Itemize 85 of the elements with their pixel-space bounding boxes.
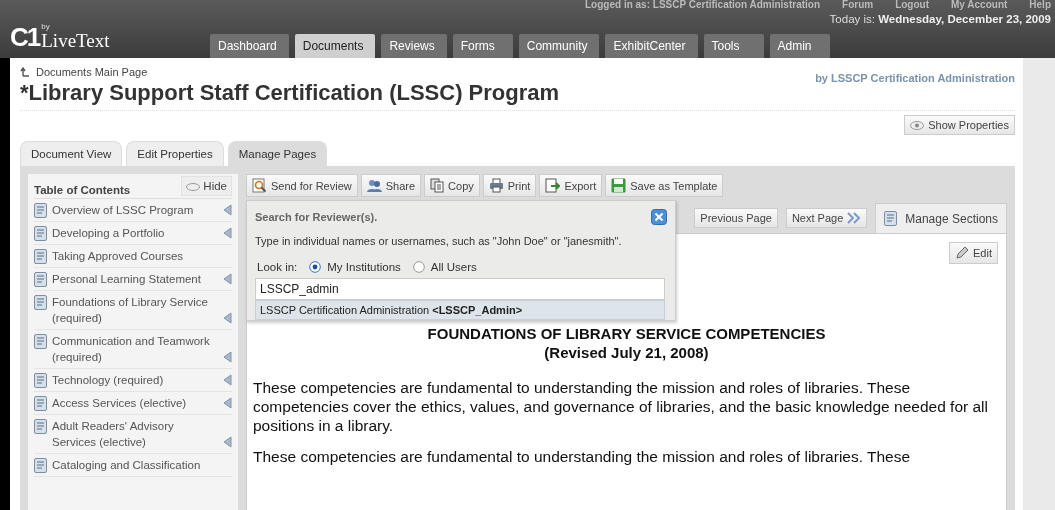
toc-item[interactable]: Access Services (elective) xyxy=(34,392,232,415)
breadcrumb-link[interactable]: Documents Main Page xyxy=(36,66,148,78)
toolbar-button[interactable]: Save as Template xyxy=(605,174,724,197)
toc-item[interactable]: Adult Readers' Advisory Services (elective) xyxy=(34,415,232,454)
author-label: by LSSCP Certification Administration xyxy=(815,72,1015,84)
document-subheading: (Revised July 21, 2008) xyxy=(543,343,710,362)
left-triangle-icon[interactable] xyxy=(223,351,232,363)
printer-icon xyxy=(488,178,504,193)
tab[interactable]: Document View xyxy=(20,141,123,166)
toc-item[interactable]: Overview of LSSC Program xyxy=(34,199,232,222)
date-label: Today is: Wednesday, December 23, 2009 xyxy=(828,12,1052,27)
magnifier-document-icon xyxy=(252,178,267,193)
up-arrow-icon xyxy=(20,67,30,77)
nav-tab[interactable]: Reviews xyxy=(381,34,447,58)
toolbar-button[interactable]: Send for Review xyxy=(246,174,358,197)
tab[interactable]: Manage Pages xyxy=(227,141,328,166)
left-triangle-icon[interactable] xyxy=(223,227,232,239)
left-triangle-icon[interactable] xyxy=(223,436,232,448)
sidebar-title: Table of Contents xyxy=(34,184,131,196)
left-triangle-icon[interactable] xyxy=(223,312,232,324)
radio-option[interactable]: My Institutions xyxy=(309,261,401,273)
nav-tab[interactable]: ExhibitCenter xyxy=(605,34,698,58)
header-link[interactable]: Forum xyxy=(842,0,874,10)
page-icon xyxy=(34,295,47,310)
logged-in-label: Logged in as: LSSCP Certification Administration xyxy=(585,0,821,10)
hide-button[interactable]: Hide xyxy=(181,176,232,196)
manage-sections-tab[interactable]: Manage Sections xyxy=(875,203,1007,233)
popup-title: Search for Reviewer(s). xyxy=(255,211,378,223)
eye-icon xyxy=(910,120,925,130)
export-document-icon xyxy=(545,178,561,193)
page-title: *Library Support Staff Certification (LSSC) Program xyxy=(20,80,560,106)
radio-icon[interactable] xyxy=(309,261,322,273)
toolbar-button[interactable]: Share xyxy=(360,174,422,197)
toolbar-button[interactable]: Export xyxy=(539,174,603,197)
header-link[interactable]: Logout xyxy=(895,0,929,10)
double-chevron-icon xyxy=(847,212,862,224)
close-icon[interactable] xyxy=(651,209,667,225)
toc-item[interactable]: Technology (required) xyxy=(34,369,232,392)
toc-item[interactable]: Developing a Portfolio xyxy=(34,222,232,245)
next-page-button[interactable]: Next Page xyxy=(785,208,868,228)
page-icon xyxy=(34,249,47,264)
nav-tab[interactable]: Community xyxy=(518,34,600,58)
nav-tab[interactable]: Documents xyxy=(294,34,376,58)
toc-item[interactable]: Personal Learning Statement xyxy=(34,268,232,291)
people-icon xyxy=(366,178,382,193)
look-in-label: Look in: xyxy=(257,261,298,273)
header-link[interactable]: Help xyxy=(1029,0,1051,10)
toc-item[interactable]: Foundations of Library Service (required) xyxy=(34,291,232,330)
document-heading: FOUNDATIONS OF LIBRARY SERVICE COMPETENCIES xyxy=(426,324,827,343)
edit-button[interactable]: Edit xyxy=(949,242,998,264)
toolbar-button[interactable]: Print xyxy=(482,174,537,197)
previous-page-button[interactable]: Previous Page xyxy=(694,208,778,228)
toc-item[interactable]: Taking Approved Courses xyxy=(34,245,232,268)
header-link[interactable]: My Account xyxy=(951,0,1008,10)
page-icon xyxy=(34,334,47,349)
page-icon xyxy=(34,373,47,388)
left-triangle-icon[interactable] xyxy=(223,204,232,216)
radio-icon[interactable] xyxy=(412,261,425,273)
page-icon xyxy=(34,203,47,218)
copy-icon xyxy=(430,178,445,193)
left-triangle-icon[interactable] xyxy=(223,374,232,386)
toc-item[interactable]: Cataloging and Classification xyxy=(34,454,232,477)
suggestion-item[interactable]: LSSCP Certification Administration <LSSCP_Admin> xyxy=(255,300,665,320)
document-paragraph: These competencies are fundamental to understanding the mission and roles of libraries. These xyxy=(253,447,912,466)
reviewer-search-field[interactable]: LSSCP_admin xyxy=(255,278,665,300)
document-paragraph: These competencies are fundamental to understanding the mission and roles of libraries. These competencies cover the ethics, values, and governance of libraries, and the basic knowledge needed for all positions in a library. xyxy=(253,378,989,435)
left-triangle-icon[interactable] xyxy=(223,397,232,409)
toc-item[interactable]: Communication and Teamwork (required) xyxy=(34,330,232,369)
nav-tab[interactable]: Dashboard xyxy=(210,34,289,58)
page-icon xyxy=(34,272,47,287)
pencil-icon xyxy=(955,246,970,260)
page-icon xyxy=(884,211,898,226)
left-triangle-icon[interactable] xyxy=(223,273,232,285)
show-properties-button[interactable]: Show Properties xyxy=(904,115,1015,135)
toolbar-button[interactable]: Copy xyxy=(424,174,480,197)
page-icon xyxy=(34,458,47,473)
nav-tab[interactable]: Admin xyxy=(769,34,830,58)
page-icon xyxy=(34,419,47,434)
radio-option[interactable]: All Users xyxy=(412,261,477,273)
popup-instructions: Type in individual names or usernames, such as "John Doe" or "janesmith". xyxy=(255,235,623,247)
nav-tab[interactable]: Tools xyxy=(703,34,764,58)
page-icon xyxy=(34,396,47,411)
nav-tab[interactable]: Forms xyxy=(452,34,513,58)
page-icon xyxy=(34,226,47,241)
tab[interactable]: Edit Properties xyxy=(126,141,224,166)
